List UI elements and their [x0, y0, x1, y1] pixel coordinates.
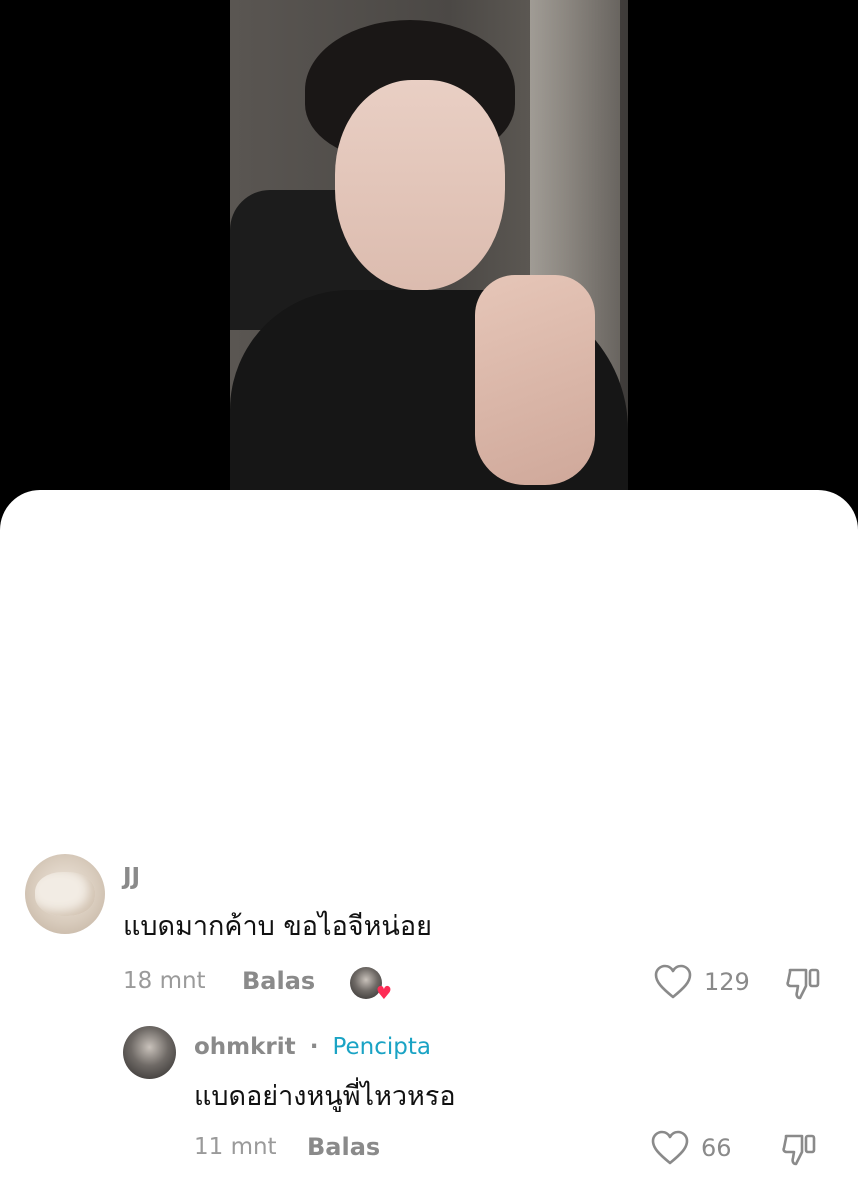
reply-button[interactable]: Balas [307, 1133, 380, 1161]
reply-username[interactable]: ohmkrit [194, 1034, 296, 1060]
like-count: 129 [704, 968, 750, 996]
creator-liked-avatar: ♥ [350, 967, 392, 1003]
heart-outline-icon [651, 1130, 689, 1165]
video-frame[interactable] [230, 0, 628, 500]
heart-filled-icon: ♥ [375, 983, 392, 1004]
avatar[interactable] [25, 854, 105, 934]
thumbs-down-icon[interactable] [780, 1130, 820, 1170]
separator: · [309, 1034, 319, 1060]
thumbs-down-icon[interactable] [784, 964, 824, 1004]
comment-time: 18 mnt [123, 968, 206, 994]
reply-button[interactable]: Balas [242, 967, 315, 995]
reply-header: ohmkrit · Pencipta [194, 1034, 431, 1060]
video-person-hand [475, 275, 595, 485]
reply-text: แบดอย่างหนูพี่ไหวหรอ [194, 1081, 456, 1112]
heart-outline-icon [654, 964, 692, 999]
creator-badge: Pencipta [332, 1034, 431, 1060]
avatar[interactable] [123, 1026, 176, 1079]
comment-username[interactable]: JJ [123, 864, 140, 890]
like-button[interactable]: 66 [651, 1130, 732, 1166]
comment-text: แบดมากค้าบ ขอไอจีหน่อย [123, 911, 432, 942]
reply-time: 11 mnt [194, 1134, 277, 1160]
video-person-face [335, 80, 505, 290]
comments-sheet: JJ แบดมากค้าบ ขอไอจีหน่อย 18 mnt Balas ♥… [0, 490, 858, 1200]
like-button[interactable]: 129 [654, 964, 750, 1000]
like-count: 66 [701, 1134, 732, 1162]
